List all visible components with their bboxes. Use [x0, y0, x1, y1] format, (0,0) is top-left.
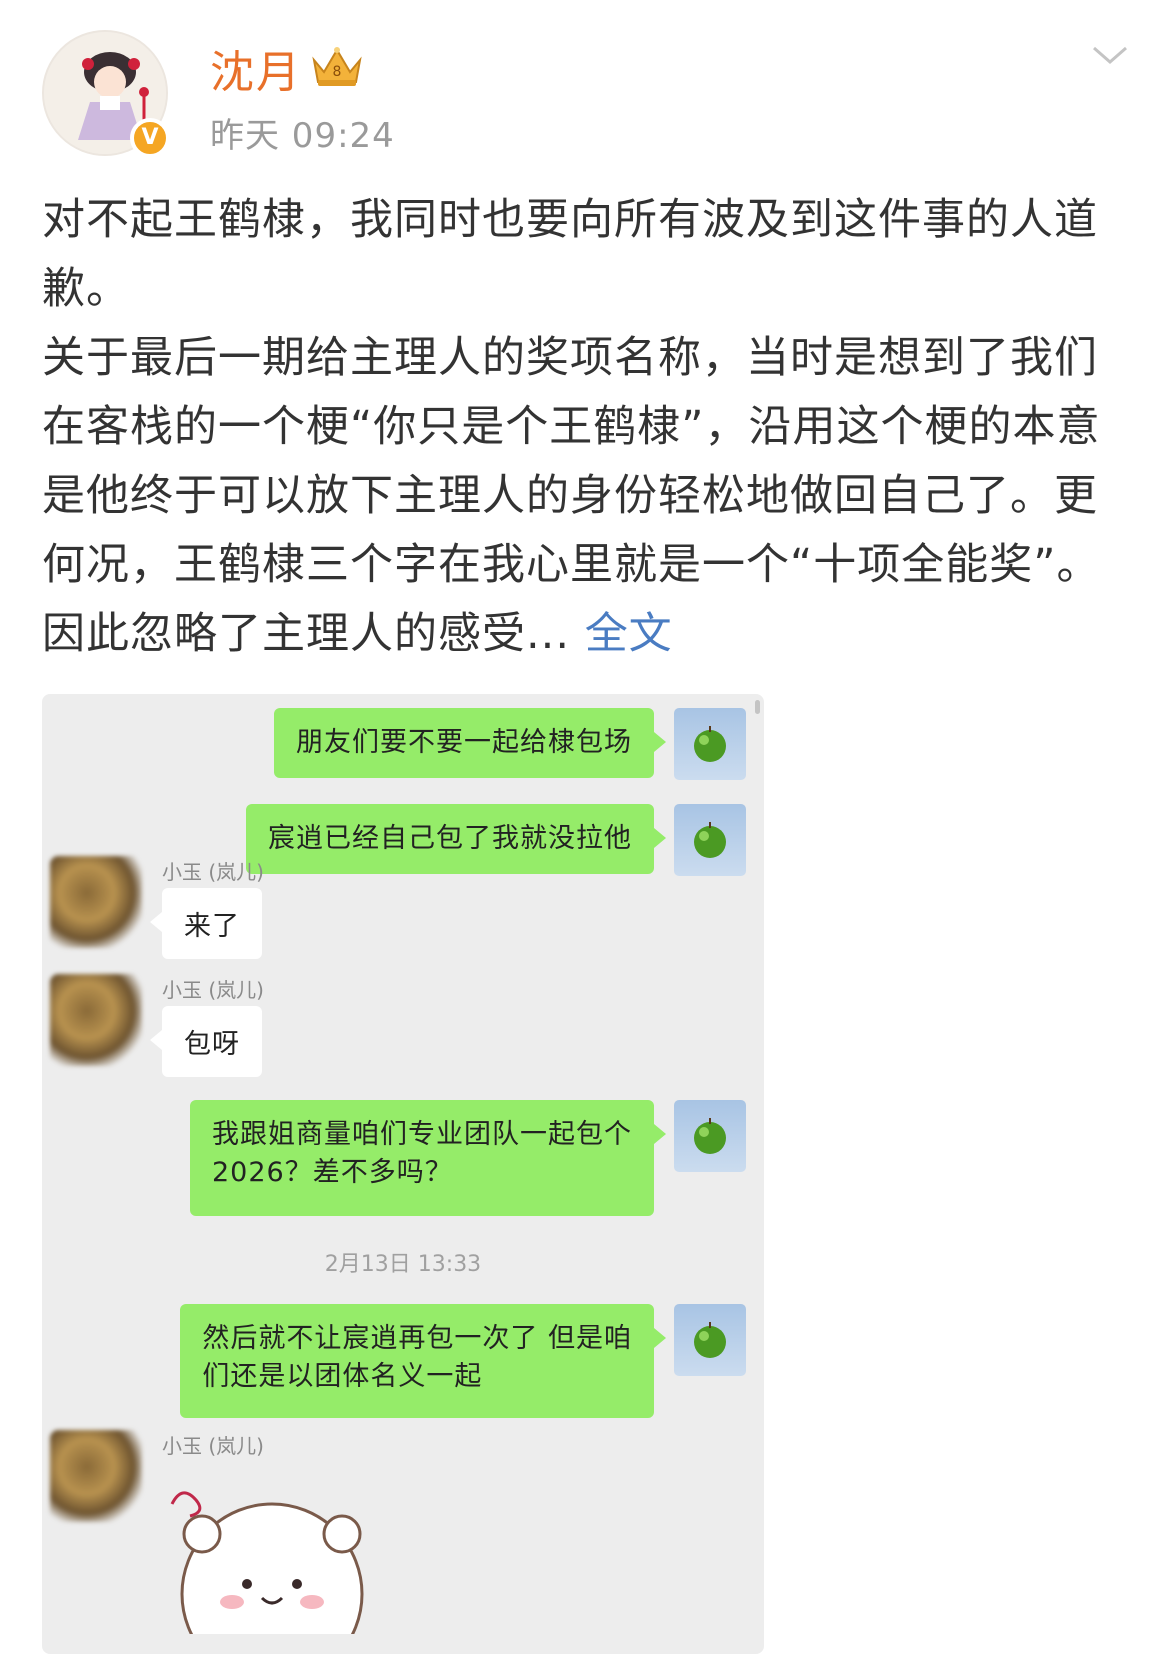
sticker-icon [170, 1491, 364, 1634]
chat-message: 小玉 (岚儿) 包呀 [50, 974, 350, 1084]
crown-icon[interactable]: 8 [308, 42, 366, 90]
verified-badge-icon: V [130, 118, 170, 158]
blurred-avatar [50, 974, 142, 1066]
post-paragraph: 关于最后一期给主理人的奖项名称，当时是想到了我们在客栈的一个梗“你只是个王鹤棣”… [42, 324, 1132, 669]
username[interactable]: 沈月 [210, 36, 302, 100]
post-timestamp: 昨天 09:24 [210, 116, 395, 156]
chat-message: 然后就不让宸逍再包一次了 但是咱 们还是以团体名义一起 [180, 1304, 746, 1418]
sender-name: 小玉 (岚儿) [162, 978, 264, 1002]
sender-name: 小玉 (岚儿) [162, 860, 264, 884]
message-line: 们还是以团体名义一起 [202, 1361, 483, 1392]
sender-name: 小玉 (岚儿) [162, 1434, 264, 1458]
message-line: 2026？差不多吗？ [212, 1157, 453, 1188]
svg-text:8: 8 [333, 64, 342, 80]
message-line: 我跟姐商量咱们专业团队一起包个 [212, 1119, 632, 1150]
message-bubble: 朋友们要不要一起给棣包场 [274, 708, 666, 778]
chat-message: 我跟姐商量咱们专业团队一起包个 2026？差不多吗？ [190, 1100, 746, 1216]
chat-message: 小玉 (岚儿) 来了 [50, 856, 350, 966]
blurred-avatar [50, 856, 142, 948]
chevron-down-icon[interactable] [1090, 40, 1130, 70]
message-bubble: 然后就不让宸逍再包一次了 但是咱 们还是以团体名义一起 [180, 1304, 666, 1418]
apple-avatar-icon [674, 804, 746, 876]
avatar[interactable]: V [42, 30, 170, 158]
chat-message: 小玉 (岚儿) [50, 1430, 450, 1654]
chat-screenshot[interactable]: 朋友们要不要一起给棣包场 宸逍已经自己包了我就没拉他 小玉 (岚儿) 来了 小玉… [42, 694, 764, 1654]
apple-avatar-icon [674, 1304, 746, 1376]
post-paragraph-text: 关于最后一期给主理人的奖项名称，当时是想到了我们在客栈的一个梗“你只是个王鹤棣”… [42, 333, 1101, 659]
read-more-link[interactable]: 全文 [585, 609, 673, 659]
post-paragraph: 对不起王鹤棣，我同时也要向所有波及到这件事的人道歉。 [42, 195, 1098, 314]
message-line: 然后就不让宸逍再包一次了 但是咱 [202, 1323, 632, 1354]
blurred-avatar [50, 1430, 142, 1522]
apple-avatar-icon [674, 1100, 746, 1172]
scrollbar [755, 700, 760, 714]
post-body: 对不起王鹤棣，我同时也要向所有波及到这件事的人道歉。 关于最后一期给主理人的奖项… [42, 186, 1132, 669]
apple-avatar-icon [674, 708, 746, 780]
message-bubble: 来了 [150, 888, 262, 959]
chat-message: 朋友们要不要一起给棣包场 [274, 708, 746, 780]
message-bubble: 包呀 [150, 1006, 262, 1077]
chat-time-divider: 2月13日 13:33 [324, 1252, 482, 1277]
message-bubble: 我跟姐商量咱们专业团队一起包个 2026？差不多吗？ [190, 1100, 666, 1216]
